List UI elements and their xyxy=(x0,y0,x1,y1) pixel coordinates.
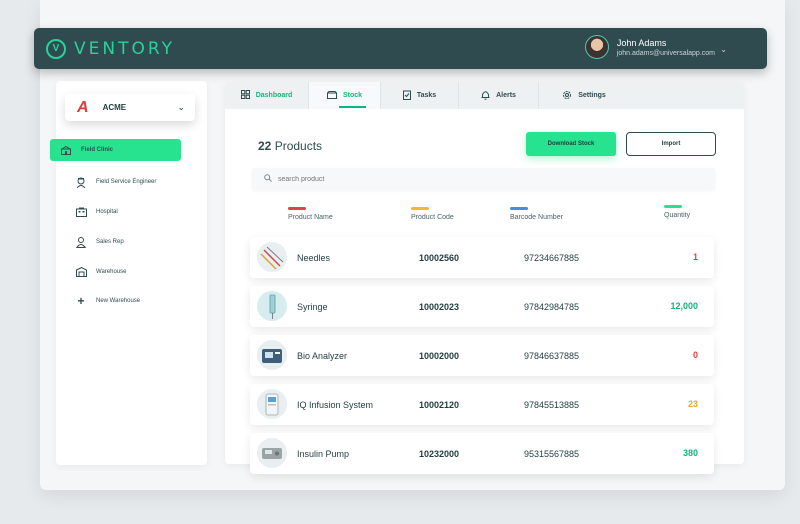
product-name: Insulin Pump xyxy=(297,449,350,459)
product-image-bio-analyzer xyxy=(257,340,287,370)
column-header-product-name[interactable]: Product Name xyxy=(288,207,333,221)
sidebar-item-label: Field Service Engineer xyxy=(96,179,157,185)
dashboard-icon xyxy=(240,90,250,101)
product-code: 10002023 xyxy=(419,302,460,312)
tab-label: Tasks xyxy=(416,92,437,99)
tab-stock[interactable]: Stock xyxy=(309,82,381,109)
table-row[interactable]: Insulin Pump 10232000 95315567885 380 xyxy=(250,433,714,474)
chevron-down-icon[interactable]: ⌄ xyxy=(720,45,727,54)
sidebar-item-field-clinic[interactable]: Field Clinic xyxy=(50,139,181,161)
table-row[interactable]: Needles 10002560 97234667885 1 xyxy=(250,237,714,278)
sidebar-item-label: Warehouse xyxy=(96,269,127,275)
chevron-down-icon[interactable]: ⌄ xyxy=(177,102,185,113)
sidebar-item-warehouse[interactable]: Warehouse xyxy=(74,264,126,280)
column-header-quantity[interactable]: Quantity xyxy=(664,205,690,219)
barcode-number: 97846637885 xyxy=(524,351,580,361)
table-row[interactable]: Syringe 10002023 97842984785 12,000 xyxy=(250,286,714,327)
product-count-label: Products xyxy=(274,139,323,153)
product-image-iq-infusion-system xyxy=(257,389,287,419)
tab-dashboard[interactable]: Dashboard xyxy=(225,82,309,109)
quantity: 1 xyxy=(692,252,698,262)
tab-tasks[interactable]: Tasks xyxy=(381,82,459,109)
product-image-insulin-pump xyxy=(257,438,287,468)
search-bar[interactable] xyxy=(252,168,715,190)
barcode-number: 97842984785 xyxy=(524,302,580,312)
quantity: 12,000 xyxy=(670,301,698,311)
table-row[interactable]: Bio Analyzer 10002000 97846637885 0 xyxy=(250,335,714,376)
barcode-number: 97234667885 xyxy=(524,253,580,263)
column-label: Product Code xyxy=(411,214,454,221)
sidebar-item-new-warehouse[interactable]: + New Warehouse xyxy=(74,293,140,309)
product-image-syringe xyxy=(257,291,287,321)
table-row[interactable]: IQ Infusion System 10002120 97845513885 … xyxy=(250,384,714,425)
settings-icon xyxy=(562,90,572,102)
product-count-value: 22 xyxy=(258,139,272,153)
user-menu[interactable]: John Adams john.adams@universalapp.com ⌄ xyxy=(584,35,727,59)
column-color-bar xyxy=(411,207,429,210)
tab-label: Dashboard xyxy=(255,92,293,99)
hospital-icon xyxy=(74,205,88,219)
alerts-icon xyxy=(481,90,490,102)
search-input[interactable] xyxy=(278,175,578,183)
product-name: Needles xyxy=(297,253,331,263)
top-bar: V VENTORY John Adams john.adams@universa… xyxy=(34,28,767,69)
column-color-bar xyxy=(664,205,682,208)
column-header-product-code[interactable]: Product Code xyxy=(411,207,454,221)
person-icon xyxy=(74,235,88,249)
engineer-icon xyxy=(74,175,88,189)
product-code: 10002560 xyxy=(419,253,460,263)
tab-label: Alerts xyxy=(496,92,516,99)
sidebar-item-label: New Warehouse xyxy=(96,298,141,304)
tab-settings[interactable]: Settings xyxy=(539,82,629,109)
app-logo[interactable]: V VENTORY xyxy=(46,38,175,59)
sidebar-item-field-service-engineer[interactable]: Field Service Engineer xyxy=(74,174,156,190)
warehouse-icon xyxy=(74,265,88,279)
product-name: Syringe xyxy=(297,302,328,312)
sidebar-item-hospital[interactable]: Hospital xyxy=(74,204,118,220)
product-name: IQ Infusion System xyxy=(297,400,374,410)
tab-label: Settings xyxy=(578,92,606,99)
column-color-bar xyxy=(288,207,306,210)
sidebar-item-label: Sales Rep xyxy=(96,239,124,245)
sidebar-item-label: Field Clinic xyxy=(81,147,114,153)
quantity: 380 xyxy=(682,448,698,458)
product-code: 10002000 xyxy=(419,351,460,361)
product-code: 10002120 xyxy=(419,400,460,410)
clinic-icon xyxy=(59,143,73,157)
user-email: john.adams@universalapp.com xyxy=(616,49,715,57)
product-count: 22 Products xyxy=(258,139,322,153)
company-logo-icon: A xyxy=(77,98,89,116)
company-name: ACME xyxy=(102,103,127,112)
tab-bar: Dashboard Stock Tasks Alerts Settings xyxy=(225,82,744,109)
barcode-number: 97845513885 xyxy=(524,400,580,410)
tab-alerts[interactable]: Alerts xyxy=(459,82,539,109)
app-title: VENTORY xyxy=(74,38,175,59)
download-stock-button[interactable]: Download Stock xyxy=(526,132,616,156)
column-label: Barcode Number xyxy=(510,214,563,221)
product-code: 10232000 xyxy=(419,449,460,459)
avatar[interactable] xyxy=(584,35,609,59)
import-button[interactable]: Import xyxy=(626,132,716,156)
column-header-barcode-number[interactable]: Barcode Number xyxy=(510,207,563,221)
plus-icon: + xyxy=(77,294,85,308)
quantity: 0 xyxy=(692,350,698,360)
product-name: Bio Analyzer xyxy=(297,351,348,361)
column-label: Quantity xyxy=(664,212,691,219)
column-color-bar xyxy=(510,207,528,210)
product-image-needles xyxy=(257,242,287,272)
sidebar-item-sales-rep[interactable]: Sales Rep xyxy=(74,234,124,250)
user-name: John Adams xyxy=(616,37,667,48)
logo-icon: V xyxy=(46,38,66,59)
tasks-icon xyxy=(402,90,411,102)
column-label: Product Name xyxy=(288,214,333,221)
company-selector[interactable]: A ACME ⌄ xyxy=(65,94,195,121)
sidebar-item-label: Hospital xyxy=(96,209,118,215)
tab-label: Stock xyxy=(342,92,363,99)
search-icon xyxy=(264,174,272,184)
barcode-number: 95315567885 xyxy=(524,449,580,459)
quantity: 23 xyxy=(687,399,698,409)
stock-icon xyxy=(326,90,337,101)
